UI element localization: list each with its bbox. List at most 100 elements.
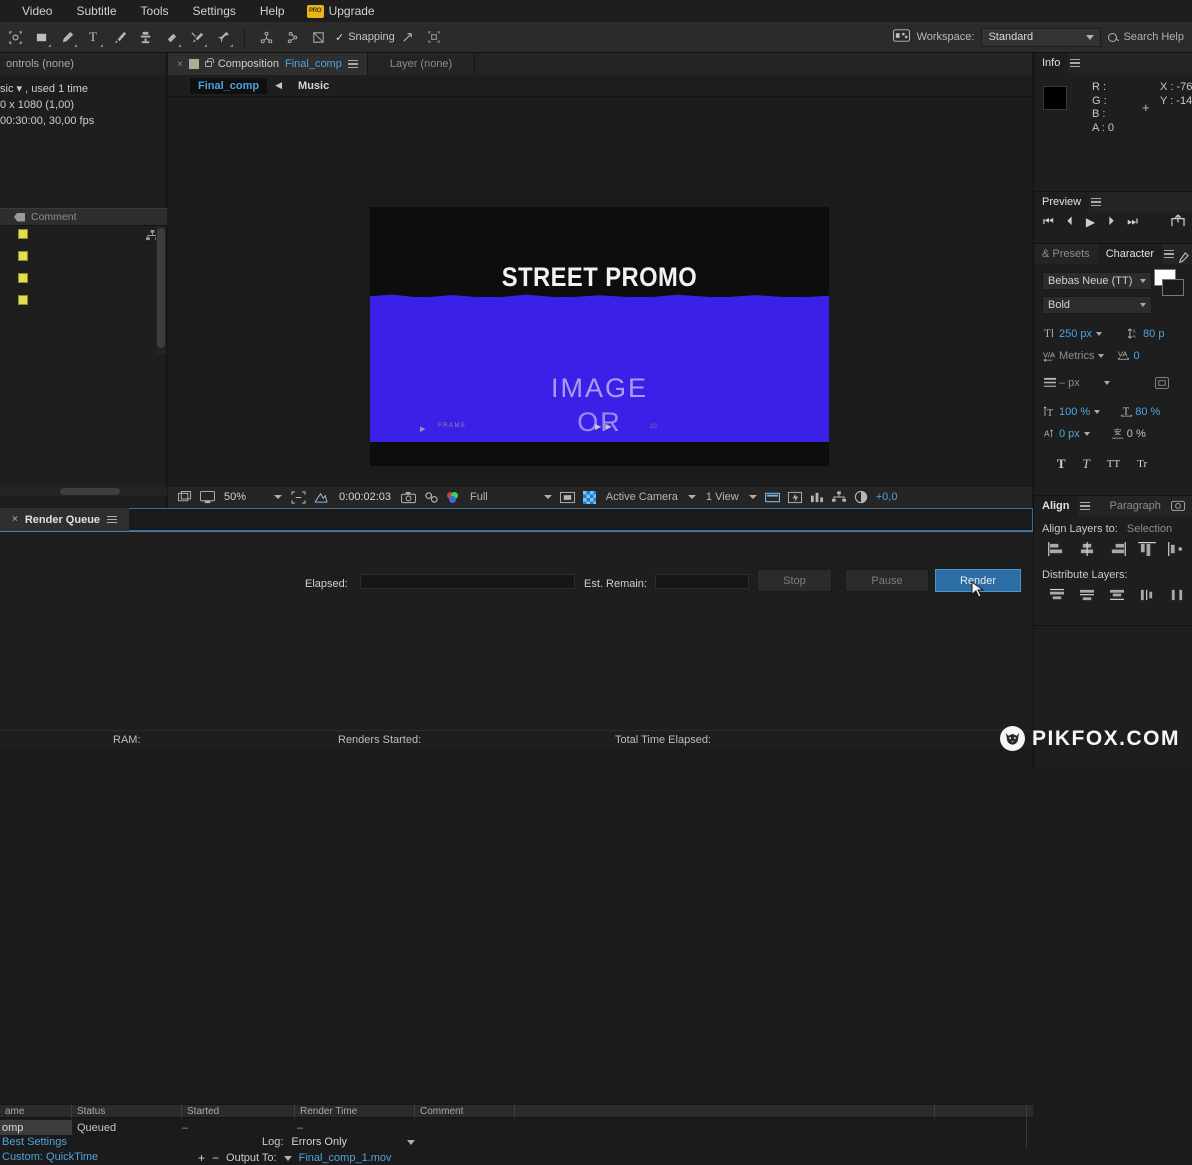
- distribute-bottom-icon[interactable]: [1102, 585, 1132, 605]
- list-item[interactable]: [0, 292, 167, 309]
- remove-output-button[interactable]: −: [212, 1151, 219, 1165]
- scrollbar-thumb[interactable]: [157, 228, 165, 348]
- stroke-color-swatch[interactable]: [1162, 279, 1184, 296]
- clone-stamp-tool-icon[interactable]: [132, 25, 158, 49]
- panel-menu-icon[interactable]: [1091, 198, 1102, 206]
- view-layout-chevron-icon[interactable]: [745, 487, 761, 507]
- tab-render-queue[interactable]: × Render Queue: [0, 508, 130, 531]
- close-icon[interactable]: ×: [177, 59, 183, 70]
- snapping-toggle[interactable]: ✓ Snapping: [335, 31, 395, 44]
- channel-rgb-icon[interactable]: [443, 487, 464, 507]
- panel-menu-icon[interactable]: [1079, 502, 1090, 510]
- timeline-icon[interactable]: [806, 487, 828, 507]
- align-top-icon[interactable]: [1132, 539, 1162, 559]
- list-item[interactable]: [0, 270, 167, 287]
- menu-item-video[interactable]: Video: [10, 1, 64, 21]
- camera-select[interactable]: Active Camera: [600, 487, 684, 507]
- show-snapshot-icon[interactable]: [420, 487, 443, 507]
- tab-layer-none[interactable]: Layer (none): [367, 53, 476, 75]
- always-preview-icon[interactable]: [174, 487, 196, 507]
- flow-tab-music[interactable]: Music: [290, 78, 337, 94]
- region-interest-toggle-icon[interactable]: [556, 487, 579, 507]
- fast-previews-icon[interactable]: [784, 487, 806, 507]
- vertical-scale-field[interactable]: 100 %: [1059, 406, 1101, 418]
- panel-menu-icon[interactable]: [1070, 59, 1081, 67]
- tab-paragraph[interactable]: Paragraph: [1102, 496, 1169, 516]
- add-output-button[interactable]: +: [198, 1151, 205, 1165]
- output-file-link[interactable]: Final_comp_1.mov: [299, 1152, 392, 1164]
- exposure-value[interactable]: +0,0: [872, 491, 898, 503]
- font-size-field[interactable]: 250 px: [1059, 328, 1103, 340]
- kerning-field[interactable]: Metrics: [1059, 350, 1105, 362]
- left-panel-hscrollbar[interactable]: [0, 487, 167, 496]
- tab-effect-controls[interactable]: ontrols (none): [0, 54, 80, 74]
- type-tool-icon[interactable]: T: [80, 25, 106, 49]
- align-center-vertical-icon[interactable]: [1162, 539, 1192, 559]
- pixel-aspect-correction-icon[interactable]: [761, 487, 784, 507]
- tab-info[interactable]: Info: [1034, 53, 1069, 73]
- panel-menu-icon[interactable]: [347, 60, 358, 68]
- align-right-icon[interactable]: [1102, 539, 1132, 559]
- panel-menu-icon[interactable]: [1163, 250, 1174, 258]
- workspace-layout-icon[interactable]: [892, 29, 910, 45]
- left-panel-scrollbar[interactable]: [156, 226, 166, 354]
- roto-brush-tool-icon[interactable]: [184, 25, 210, 49]
- output-module-link[interactable]: Custom: QuickTime: [2, 1151, 98, 1163]
- snapshot-icon[interactable]: [1170, 499, 1185, 514]
- current-timecode[interactable]: 0:00:02:03: [333, 491, 397, 503]
- resolution-value[interactable]: Full: [464, 487, 494, 507]
- region-of-interest-icon[interactable]: [287, 487, 310, 507]
- distribute-horizontal-center-icon[interactable]: [1162, 585, 1192, 605]
- scrollbar-thumb[interactable]: [60, 488, 120, 495]
- play-button[interactable]: ▶: [1086, 215, 1095, 229]
- font-family-select[interactable]: Bebas Neue (TT): [1042, 271, 1152, 290]
- search-help[interactable]: Search Help: [1108, 31, 1184, 43]
- chevron-down-icon[interactable]: [283, 1155, 292, 1161]
- eyedropper-icon[interactable]: [1176, 252, 1189, 268]
- snap-arrow-icon[interactable]: [395, 25, 421, 49]
- menu-item-subtitle[interactable]: Subtitle: [64, 1, 128, 21]
- eraser-tool-icon[interactable]: [158, 25, 184, 49]
- distribute-vertical-center-icon[interactable]: [1072, 585, 1102, 605]
- next-frame-button[interactable]: ⏵: [1108, 214, 1114, 229]
- render-settings-link[interactable]: Best Settings: [2, 1136, 67, 1148]
- pause-button[interactable]: Pause: [845, 569, 929, 592]
- tab-composition-final-comp[interactable]: × Composition Final_comp: [168, 53, 368, 75]
- brush-tool-icon[interactable]: [106, 25, 132, 49]
- transparency-grid-icon[interactable]: [310, 487, 333, 507]
- text-color-swatches[interactable]: [1154, 269, 1188, 303]
- flow-back-arrow-icon[interactable]: ◀: [267, 80, 290, 91]
- align-layers-value[interactable]: Selection: [1127, 523, 1172, 535]
- flow-tab-final-comp[interactable]: Final_comp: [190, 77, 268, 94]
- zoom-select[interactable]: 50%: [219, 491, 287, 503]
- monitor-icon[interactable]: [196, 487, 219, 507]
- align-left-icon[interactable]: [1042, 539, 1072, 559]
- log-select[interactable]: Errors Only: [291, 1136, 416, 1148]
- puppet-overlap-tool-icon[interactable]: [305, 25, 331, 49]
- tab-align[interactable]: Align: [1034, 496, 1078, 516]
- list-item[interactable]: [0, 248, 167, 265]
- export-frame-icon[interactable]: [1171, 214, 1185, 230]
- baseline-shift-field[interactable]: 0 px: [1059, 428, 1090, 440]
- first-frame-button[interactable]: ⏮: [1043, 214, 1054, 229]
- puppet-starch-tool-icon[interactable]: [279, 25, 305, 49]
- tsume-field[interactable]: 0 %: [1127, 428, 1146, 440]
- faux-italic-button[interactable]: T: [1082, 456, 1089, 472]
- close-icon[interactable]: ×: [12, 514, 18, 525]
- composition-canvas[interactable]: STREET PROMO IMAGE OR ▶ FRAME ▶ ▶ 10: [370, 207, 829, 466]
- puppet-pin-tool-icon[interactable]: [210, 25, 236, 49]
- faux-bold-button[interactable]: T: [1057, 456, 1066, 472]
- stroke-width-field[interactable]: – px: [1059, 377, 1110, 389]
- font-style-select[interactable]: Bold: [1042, 295, 1152, 314]
- fill-over-stroke-icon[interactable]: [1154, 375, 1171, 390]
- align-center-horizontal-icon[interactable]: [1072, 539, 1102, 559]
- distribute-left-icon[interactable]: [1132, 585, 1162, 605]
- distribute-top-icon[interactable]: [1042, 585, 1072, 605]
- stop-button[interactable]: Stop: [757, 569, 832, 592]
- horizontal-scale-field[interactable]: 80 %: [1135, 406, 1160, 418]
- tab-preview[interactable]: Preview: [1034, 192, 1090, 212]
- toggle-transparency-grid-icon[interactable]: [579, 487, 600, 507]
- menu-item-tools[interactable]: Tools: [129, 1, 181, 21]
- snapshot-camera-icon[interactable]: [397, 487, 420, 507]
- view-layout-select[interactable]: 1 View: [700, 487, 745, 507]
